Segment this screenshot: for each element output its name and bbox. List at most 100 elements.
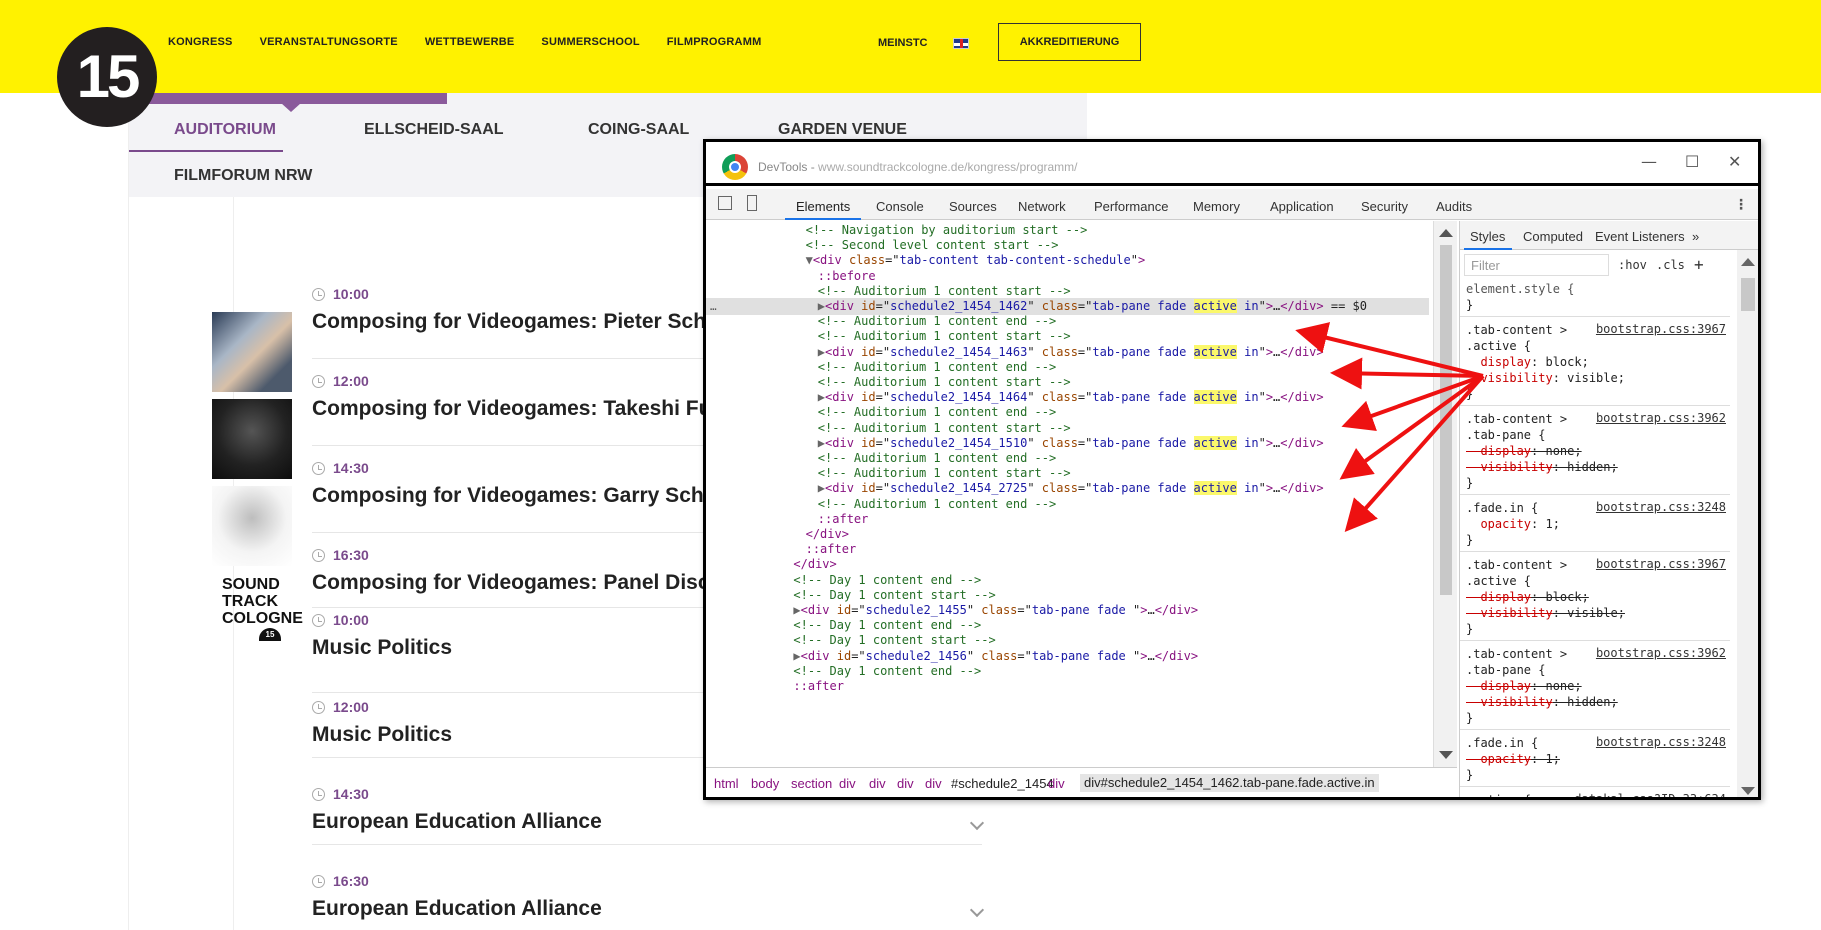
tab-console[interactable]: Console bbox=[876, 199, 924, 214]
style-rule-divider bbox=[1460, 640, 1730, 641]
clock-icon bbox=[312, 874, 325, 888]
scroll-down-icon[interactable] bbox=[1439, 751, 1453, 759]
style-selector: .active { bbox=[1466, 574, 1532, 588]
tab-computed[interactable]: Computed bbox=[1523, 229, 1583, 244]
styles-scrollbar[interactable] bbox=[1737, 250, 1758, 797]
nav-item-filmprogramm[interactable]: FILMPROGRAMM bbox=[667, 36, 762, 48]
scroll-up-icon[interactable] bbox=[1439, 229, 1453, 237]
breadcrumb-item[interactable]: div#schedule2_1454_1462.tab-pane.fade.ac… bbox=[1080, 774, 1379, 792]
scroll-up-icon[interactable] bbox=[1741, 258, 1755, 266]
style-property[interactable]: display: block; bbox=[1466, 589, 1588, 605]
event-title[interactable]: European Education Alliance bbox=[312, 897, 982, 921]
style-source-link[interactable]: bootstrap.css:3967 bbox=[1596, 557, 1726, 571]
style-source-link[interactable]: bootstrap.css:3967 bbox=[1596, 322, 1726, 336]
breadcrumb-item[interactable]: #schedule2_1454 bbox=[951, 776, 1054, 791]
speaker-photo[interactable] bbox=[212, 486, 292, 566]
tab-auditorium[interactable]: AUDITORIUM bbox=[174, 121, 276, 139]
breadcrumb-item[interactable]: div bbox=[925, 776, 942, 791]
schedule-event[interactable]: 16:30 European Education Alliance bbox=[312, 873, 985, 921]
nav-item-wettbewerbe[interactable]: WETTBEWERBE bbox=[425, 36, 515, 48]
style-property[interactable]: visibility: visible; bbox=[1466, 605, 1625, 621]
class-toggle[interactable]: .cls bbox=[1656, 258, 1685, 272]
hover-state-toggle[interactable]: :hov bbox=[1618, 258, 1647, 272]
accreditation-button[interactable]: AKKREDITIERUNG bbox=[998, 23, 1141, 61]
active-tab-underline bbox=[129, 150, 283, 152]
tab-ellscheid-saal[interactable]: ELLSCHEID-SAAL bbox=[364, 121, 504, 139]
clock-icon bbox=[312, 461, 325, 475]
style-selector: .tab-pane { bbox=[1466, 428, 1546, 442]
tab-event-listeners[interactable]: Event Listeners bbox=[1595, 229, 1685, 244]
breadcrumb-item[interactable]: div bbox=[839, 776, 856, 791]
nav-item-veranstaltungsorte[interactable]: VERANSTALTUNGSORTE bbox=[260, 36, 398, 48]
top-navigation-bar: KONGRESS VERANSTALTUNGSORTE WETTBEWERBE … bbox=[0, 0, 1821, 93]
style-property[interactable]: display: none; bbox=[1466, 678, 1581, 694]
tab-filmforum-nrw[interactable]: FILMFORUM NRW bbox=[174, 167, 312, 185]
logo-15[interactable]: 15 bbox=[57, 27, 157, 127]
elements-scrollbar[interactable] bbox=[1433, 221, 1457, 767]
tab-styles[interactable]: Styles bbox=[1470, 229, 1505, 244]
more-tabs-icon[interactable]: » bbox=[1692, 229, 1699, 244]
tab-performance[interactable]: Performance bbox=[1094, 199, 1168, 214]
device-toolbar-icon[interactable] bbox=[747, 195, 757, 211]
scroll-down-icon[interactable] bbox=[1741, 787, 1755, 795]
speaker-photo[interactable] bbox=[212, 399, 292, 479]
event-title[interactable]: European Education Alliance bbox=[312, 810, 982, 834]
style-source-link[interactable]: bootstrap.css:3962 bbox=[1596, 646, 1726, 660]
event-separator bbox=[312, 844, 982, 845]
style-property[interactable]: display: block; bbox=[1466, 354, 1588, 370]
styles-pane: Styles Computed Event Listeners » Filter… bbox=[1459, 221, 1758, 797]
breadcrumb-item[interactable]: section bbox=[791, 776, 832, 791]
scroll-thumb[interactable] bbox=[1741, 278, 1755, 311]
style-rule-close: } bbox=[1466, 768, 1474, 782]
style-property[interactable]: display: none; bbox=[1466, 443, 1581, 459]
event-time: 10:00 bbox=[333, 286, 369, 302]
logo-line: TRACK bbox=[222, 593, 278, 610]
event-time: 12:00 bbox=[333, 373, 369, 389]
close-icon[interactable]: ✕ bbox=[1728, 152, 1741, 171]
tab-coing-saal[interactable]: COING-SAAL bbox=[588, 121, 689, 139]
breadcrumb-item[interactable]: div bbox=[897, 776, 914, 791]
scroll-thumb[interactable] bbox=[1440, 245, 1452, 595]
uk-flag-icon[interactable] bbox=[953, 38, 969, 49]
tab-network[interactable]: Network bbox=[1018, 199, 1066, 214]
dom-node[interactable]: ::after bbox=[706, 678, 1429, 695]
style-rule-close: } bbox=[1466, 711, 1474, 725]
breadcrumb-item[interactable]: html bbox=[714, 776, 739, 791]
day-indicator-notch bbox=[281, 103, 301, 112]
meinstc-link[interactable]: MEINSTC bbox=[878, 37, 928, 49]
breadcrumb-item[interactable]: div bbox=[869, 776, 886, 791]
nav-item-summerschool[interactable]: SUMMERSCHOOL bbox=[541, 36, 639, 48]
style-source-link[interactable]: datakal.css?ID=33:634 bbox=[1574, 792, 1726, 797]
style-property[interactable]: opacity: 1; bbox=[1466, 751, 1560, 767]
style-source-link[interactable]: bootstrap.css:3248 bbox=[1596, 735, 1726, 749]
breadcrumb-item[interactable]: div bbox=[1048, 776, 1065, 791]
style-property[interactable]: opacity: 1; bbox=[1466, 516, 1560, 532]
inspect-element-icon[interactable] bbox=[718, 196, 732, 210]
style-property[interactable]: visibility: hidden; bbox=[1466, 694, 1617, 710]
minimize-icon[interactable]: — bbox=[1641, 152, 1657, 171]
style-rule-close: } bbox=[1466, 387, 1474, 401]
style-source-link[interactable]: bootstrap.css:3248 bbox=[1596, 500, 1726, 514]
tab-audits[interactable]: Audits bbox=[1436, 199, 1472, 214]
style-rule-divider bbox=[1460, 729, 1730, 730]
tab-garden-venue[interactable]: GARDEN VENUE bbox=[778, 121, 907, 139]
style-selector: .tab-content > bbox=[1466, 412, 1568, 426]
nav-item-kongress[interactable]: KONGRESS bbox=[168, 36, 233, 48]
style-rule-divider bbox=[1460, 316, 1730, 317]
style-property[interactable]: visibility: visible; bbox=[1466, 370, 1625, 386]
tab-elements[interactable]: Elements bbox=[796, 199, 850, 214]
tab-security[interactable]: Security bbox=[1361, 199, 1408, 214]
styles-filter-input[interactable]: Filter bbox=[1464, 254, 1609, 276]
style-source-link[interactable]: bootstrap.css:3962 bbox=[1596, 411, 1726, 425]
speaker-photo[interactable] bbox=[212, 312, 292, 392]
tab-application[interactable]: Application bbox=[1270, 199, 1334, 214]
style-property[interactable]: visibility: hidden; bbox=[1466, 459, 1617, 475]
clock-icon bbox=[312, 287, 325, 301]
tab-memory[interactable]: Memory bbox=[1193, 199, 1240, 214]
more-options-icon[interactable]: ⋮ bbox=[1734, 197, 1748, 213]
maximize-icon[interactable]: ☐ bbox=[1685, 152, 1699, 171]
event-time: 14:30 bbox=[333, 460, 369, 476]
new-style-rule-icon[interactable]: + bbox=[1694, 255, 1704, 274]
tab-sources[interactable]: Sources bbox=[949, 199, 997, 214]
breadcrumb-item[interactable]: body bbox=[751, 776, 779, 791]
